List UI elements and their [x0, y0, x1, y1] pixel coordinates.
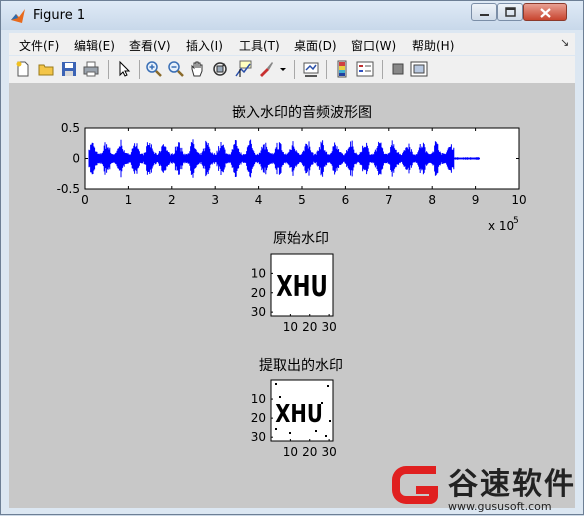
extracted-watermark-image: XHU — [275, 400, 323, 429]
extracted-watermark-axes: 提取出的水印 XHU 10 20 30 10 20 30 — [251, 358, 343, 459]
y-tick-label: 0 — [72, 152, 80, 166]
print-icon[interactable] — [82, 60, 100, 78]
hide-plot-tools-icon[interactable] — [389, 60, 407, 78]
toolbar-separator — [108, 60, 109, 79]
x-tick-label: 30 — [321, 320, 336, 334]
x-tick-label: 30 — [321, 445, 336, 459]
x-exponent-power: 5 — [513, 216, 519, 226]
original-watermark-axes: 原始水印 XHU 10 20 30 10 20 30 — [251, 231, 337, 334]
pointer-icon[interactable] — [115, 60, 133, 78]
data-cursor-icon[interactable] — [234, 60, 252, 78]
y-tick-label: 0.5 — [61, 121, 80, 135]
x-tick-label: 7 — [385, 193, 393, 207]
figure-canvas: 0 1 2 3 4 5 6 7 8 9 10 0.5 0 -0.5 嵌入水印的音频波形图 x 10 5 … — [9, 84, 575, 508]
close-button[interactable] — [523, 3, 567, 21]
x-tick-label: 2 — [168, 193, 176, 207]
toolbar-separator — [139, 60, 140, 79]
rotate-3d-icon[interactable] — [211, 60, 229, 78]
x-tick-label: 10 — [283, 320, 298, 334]
y-tick-label: 20 — [251, 411, 266, 425]
x-exponent-label: x 10 — [488, 219, 514, 233]
matlab-icon — [11, 9, 25, 23]
extracted-watermark-title: 提取出的水印 — [259, 358, 343, 374]
original-watermark-image: XHU — [276, 270, 328, 303]
toolbar-separator — [326, 60, 327, 79]
menu-insert[interactable]: 插入(I) — [186, 37, 223, 54]
y-tick-label: 30 — [251, 430, 266, 444]
minimize-button[interactable] — [471, 3, 497, 21]
pan-icon[interactable] — [189, 60, 207, 78]
link-plot-icon[interactable] — [302, 60, 320, 78]
menu-tools[interactable]: 工具(T) — [239, 37, 280, 54]
figure-toolbar — [9, 56, 575, 84]
show-plot-tools-icon[interactable] — [410, 60, 428, 78]
brush-dropdown-icon[interactable] — [278, 60, 288, 78]
y-tick-label: 20 — [251, 286, 266, 300]
menu-edit[interactable]: 编辑(E) — [74, 37, 115, 54]
brand-name: 谷速软件 — [448, 467, 576, 502]
menu-file[interactable]: 文件(F) — [19, 37, 59, 54]
x-tick-label: 20 — [302, 445, 317, 459]
waveform-title: 嵌入水印的音频波形图 — [232, 104, 372, 121]
maximize-button[interactable] — [497, 3, 523, 21]
zoom-in-icon[interactable] — [145, 60, 163, 78]
legend-icon[interactable] — [356, 60, 374, 78]
y-tick-label: 30 — [251, 305, 266, 319]
watermark-brand: 谷速软件 www.gususoft.com — [386, 456, 584, 516]
brush-icon[interactable] — [257, 60, 275, 78]
title-bar[interactable]: Figure 1 — [1, 1, 583, 30]
y-tick-label: 10 — [251, 266, 266, 280]
original-watermark-title: 原始水印 — [273, 231, 329, 247]
brand-logo-icon — [392, 466, 438, 504]
x-tick-label: 9 — [472, 193, 480, 207]
zoom-out-icon[interactable] — [167, 60, 185, 78]
menu-help[interactable]: 帮助(H) — [412, 37, 454, 54]
open-file-icon[interactable] — [37, 60, 55, 78]
dock-arrow-icon[interactable]: ↘ — [560, 36, 569, 49]
save-icon[interactable] — [60, 60, 78, 78]
window-title: Figure 1 — [33, 8, 86, 23]
plot-area: 0 1 2 3 4 5 6 7 8 9 10 0.50-0.5 嵌入水印的音频波形图 x 10 5 … — [57, 104, 527, 459]
menu-window[interactable]: 窗口(W) — [351, 37, 396, 54]
x-tick-label: 0 — [81, 193, 89, 207]
menu-view[interactable]: 查看(V) — [129, 37, 171, 54]
x-tick-label: 5 — [298, 193, 306, 207]
colorbar-icon[interactable] — [333, 60, 351, 78]
brand-url: www.gususoft.com — [448, 500, 552, 513]
x-tick-label: 4 — [255, 193, 263, 207]
menu-bar: 文件(F) 编辑(E) 查看(V) 插入(I) 工具(T) 桌面(D) 窗口(W… — [9, 33, 575, 55]
x-tick-label: 1 — [125, 193, 133, 207]
x-tick-label: 6 — [342, 193, 350, 207]
y-tick-label: -0.5 — [57, 182, 80, 196]
y-tick-label: 10 — [251, 392, 266, 406]
x-tick-label: 20 — [302, 320, 317, 334]
new-figure-icon[interactable] — [14, 60, 32, 78]
x-tick-label: 10 — [511, 193, 526, 207]
waveform-axes: 0 1 2 3 4 5 6 7 8 9 10 0.50-0.5 嵌入水印的音频波形图 x 10 5 — [57, 104, 527, 233]
x-tick-label: 8 — [428, 193, 436, 207]
x-tick-label: 3 — [211, 193, 219, 207]
figure-window: Figure 1 文件(F) 编辑(E) 查看(V) 插入(I) 工具(T) 桌… — [0, 0, 584, 515]
toolbar-separator — [294, 60, 295, 79]
x-tick-label: 10 — [283, 445, 298, 459]
menu-desktop[interactable]: 桌面(D) — [294, 37, 337, 54]
toolbar-separator — [382, 60, 383, 79]
